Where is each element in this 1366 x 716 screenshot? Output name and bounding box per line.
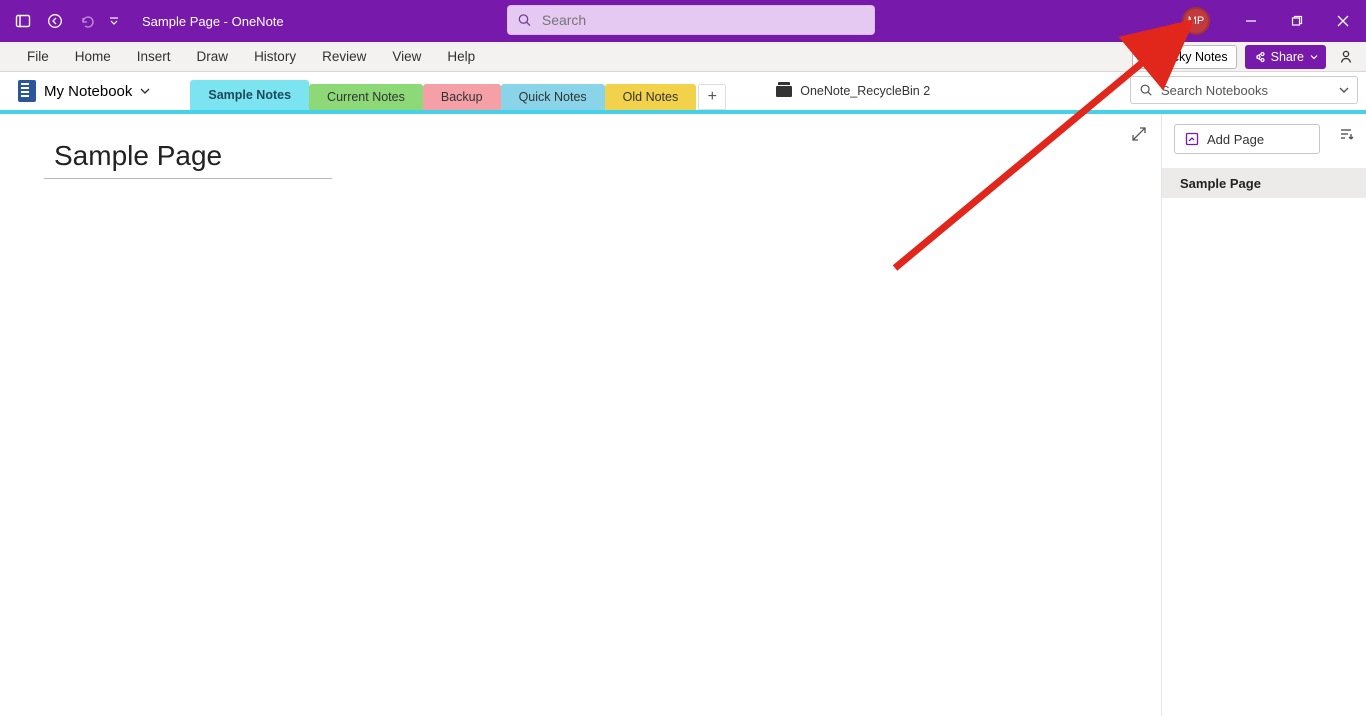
ribbon: FileHomeInsertDrawHistoryReviewViewHelp …: [0, 42, 1366, 72]
ribbon-tab-file[interactable]: File: [14, 42, 62, 72]
title-bar: Sample Page - OneNote MP: [0, 0, 1366, 42]
undo-button[interactable]: [74, 8, 100, 34]
sticky-notes-button[interactable]: Sticky Notes: [1132, 45, 1236, 69]
ribbon-tab-draw[interactable]: Draw: [184, 42, 242, 72]
notebook-search-placeholder: Search Notebooks: [1161, 83, 1331, 98]
ribbon-tab-insert[interactable]: Insert: [124, 42, 184, 72]
add-page-label: Add Page: [1207, 132, 1264, 147]
section-tab-old-notes[interactable]: Old Notes: [605, 84, 697, 110]
chevron-down-icon: [140, 86, 150, 96]
ribbon-tabs: FileHomeInsertDrawHistoryReviewViewHelp: [0, 42, 488, 71]
close-button[interactable]: [1320, 0, 1366, 42]
section-tab-current-notes[interactable]: Current Notes: [309, 84, 423, 110]
page-panel: Add Page Sample Page: [1161, 114, 1366, 716]
page-list: Sample Page: [1162, 168, 1366, 198]
section-tab-sample-notes[interactable]: Sample Notes: [190, 80, 309, 110]
section-tab-quick-notes[interactable]: Quick Notes: [501, 84, 605, 110]
page-title-input[interactable]: [44, 138, 332, 179]
ribbon-tab-review[interactable]: Review: [309, 42, 379, 72]
minimize-button[interactable]: [1228, 0, 1274, 42]
window-title: Sample Page - OneNote: [142, 14, 284, 29]
notebook-picker[interactable]: My Notebook: [0, 80, 150, 102]
add-page-button[interactable]: Add Page: [1174, 124, 1320, 154]
chevron-down-icon: [1310, 53, 1318, 61]
note-icon: [1141, 51, 1153, 63]
main-area: Add Page Sample Page: [0, 114, 1366, 716]
share-label: Share: [1271, 50, 1304, 64]
recycle-bin-label: OneNote_RecycleBin 2: [800, 84, 930, 98]
ribbon-tab-view[interactable]: View: [379, 42, 434, 72]
title-bar-left: Sample Page - OneNote: [0, 8, 284, 34]
search-icon: [1139, 83, 1153, 97]
add-section-button[interactable]: +: [698, 84, 726, 110]
recycle-bin-icon: [776, 86, 792, 97]
global-search[interactable]: [507, 5, 875, 35]
notebook-name: My Notebook: [44, 83, 132, 100]
people-button[interactable]: [1334, 45, 1358, 69]
person-icon: [1338, 49, 1354, 65]
maximize-button[interactable]: [1274, 0, 1320, 42]
global-search-input[interactable]: [542, 12, 865, 28]
onenote-app-icon[interactable]: [10, 8, 36, 34]
recycle-bin-link[interactable]: OneNote_RecycleBin 2: [776, 84, 930, 98]
expand-page-button[interactable]: [1131, 126, 1147, 147]
sort-pages-button[interactable]: [1338, 126, 1354, 147]
add-page-icon: [1185, 132, 1199, 146]
sticky-notes-label: Sticky Notes: [1158, 50, 1227, 64]
title-bar-right: MP: [1182, 0, 1366, 42]
sort-icon: [1338, 126, 1354, 142]
ribbon-tab-history[interactable]: History: [241, 42, 309, 72]
ribbon-tab-help[interactable]: Help: [434, 42, 488, 72]
user-avatar[interactable]: MP: [1182, 7, 1210, 35]
share-button[interactable]: Share: [1245, 45, 1326, 69]
page-item[interactable]: Sample Page: [1162, 168, 1366, 198]
notebook-icon: [18, 80, 36, 102]
share-icon: [1253, 51, 1265, 63]
notebook-search[interactable]: Search Notebooks: [1130, 76, 1358, 104]
page-canvas[interactable]: [0, 114, 1161, 716]
search-icon: [517, 12, 532, 28]
back-button[interactable]: [42, 8, 68, 34]
chevron-down-icon: [1339, 85, 1349, 95]
notebook-bar: My Notebook Sample NotesCurrent NotesBac…: [0, 72, 1366, 110]
section-tab-backup[interactable]: Backup: [423, 84, 501, 110]
ribbon-tab-home[interactable]: Home: [62, 42, 124, 72]
section-tabs: Sample NotesCurrent NotesBackupQuick Not…: [190, 72, 726, 110]
quick-access-more-button[interactable]: [106, 8, 122, 34]
